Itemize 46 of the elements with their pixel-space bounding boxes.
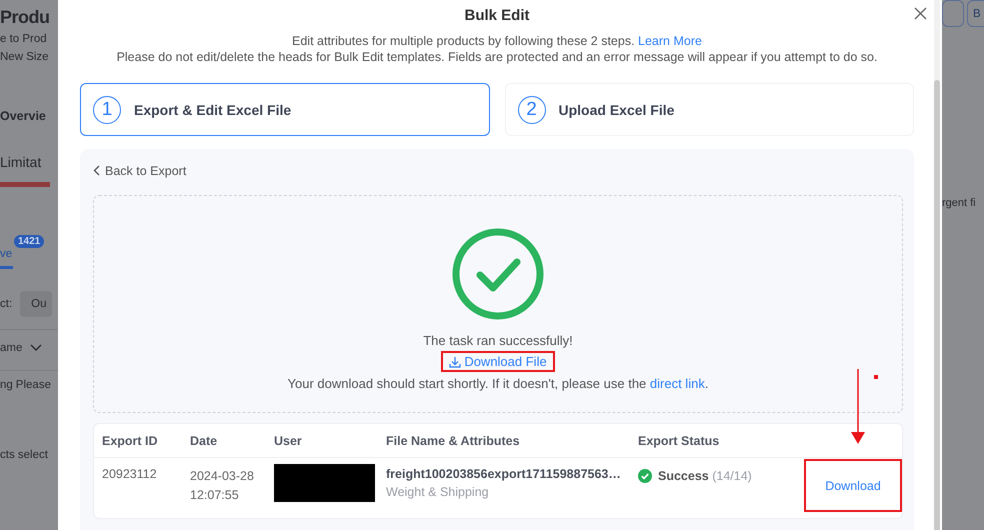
step-number: 2 bbox=[518, 96, 546, 124]
background-text: e to Prod bbox=[0, 33, 48, 47]
tab-label[interactable]: Limitat bbox=[0, 154, 58, 170]
file-name: freight100203856export171159887563… bbox=[386, 467, 622, 481]
column-header: File Name & Attributes bbox=[385, 434, 521, 448]
step-tab[interactable]: 1 Export & Edit Excel File bbox=[80, 83, 490, 136]
download-button[interactable]: Download bbox=[804, 459, 902, 512]
hint-text: Your download should start shortly. If it doesn't, please use the direct link. bbox=[288, 376, 708, 391]
warning-text: Please do not edit/delete the heads for Bulk Edit templates. Fields are protected and an error message will appear if you attempt to do so. bbox=[116, 49, 878, 65]
back-link[interactable]: Back to Export bbox=[93, 164, 186, 178]
count-badge: 1421 bbox=[14, 235, 44, 248]
background-text: rgent fi bbox=[942, 197, 977, 211]
background-text: New Size bbox=[0, 51, 50, 65]
step-number: 1 bbox=[93, 96, 121, 124]
download-icon[interactable] bbox=[449, 356, 462, 368]
select-field[interactable]: Ou bbox=[20, 291, 52, 317]
dialog-title: Bulk Edit bbox=[463, 7, 530, 26]
column-header: Export Status bbox=[637, 434, 720, 448]
status-text: Success (14/14) bbox=[658, 469, 752, 483]
field-label: ct: bbox=[0, 298, 12, 310]
toolbar-button[interactable]: B bbox=[967, 0, 984, 27]
close-icon[interactable] bbox=[912, 5, 929, 22]
sort-label[interactable]: ame bbox=[0, 342, 22, 354]
column-header: User bbox=[273, 434, 303, 448]
download-file-link[interactable]: Download File bbox=[441, 351, 555, 372]
column-header: Date bbox=[189, 434, 218, 448]
scrollbar-thumb[interactable] bbox=[934, 80, 940, 530]
success-message: The task ran successfully! bbox=[423, 333, 573, 348]
step-label: Export & Edit Excel File bbox=[134, 102, 292, 118]
step-tab[interactable]: 2 Upload Excel File bbox=[504, 83, 914, 136]
background-text: cts select bbox=[0, 449, 49, 463]
table-cell-text: 20923112 bbox=[102, 467, 158, 481]
column-header: Export ID bbox=[101, 434, 159, 448]
tab-label[interactable]: ve bbox=[0, 248, 13, 260]
direct-link[interactable]: direct link bbox=[650, 376, 705, 391]
intro-text: Edit attributes for multiple products by following these 2 steps. Learn More bbox=[291, 33, 703, 49]
attributes-text: Weight & Shipping bbox=[386, 485, 490, 499]
table-cell-text: 2024-03-28 12:07:55 bbox=[190, 468, 255, 504]
chevron-down-icon[interactable] bbox=[30, 344, 42, 352]
chevron-left-icon[interactable] bbox=[93, 165, 100, 176]
step-label: Upload Excel File bbox=[558, 102, 674, 118]
page-title: Produ bbox=[0, 7, 50, 29]
placeholder-text: Please bbox=[16, 379, 51, 391]
learn-more-link[interactable]: Learn More bbox=[638, 34, 702, 48]
field-label: ng bbox=[0, 379, 13, 391]
section-heading: Overvie bbox=[0, 109, 47, 125]
